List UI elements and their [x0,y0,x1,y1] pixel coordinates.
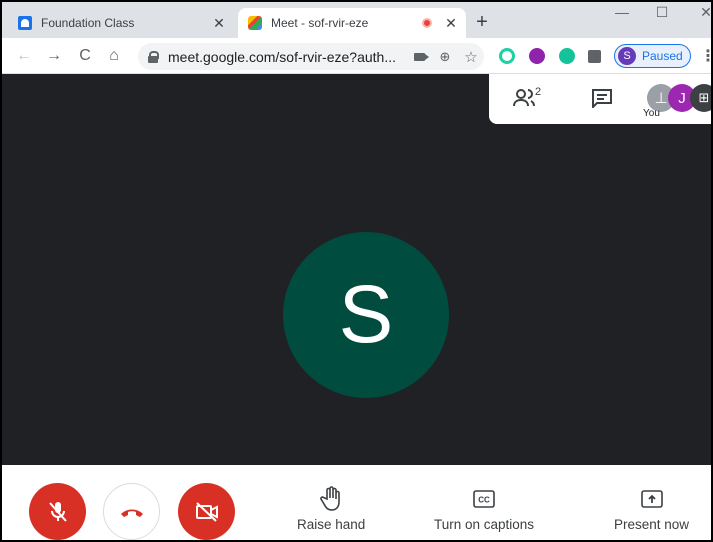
address-bar[interactable]: meet.google.com/sof-rvir-eze?auth... ⊕ ☆ [138,43,484,70]
reload-button[interactable]: C [75,46,95,66]
captions-icon: CC [473,490,495,508]
hand-icon [320,486,340,511]
present-now-button[interactable]: Present now [614,485,689,532]
profile-status: Paused [642,49,683,63]
browser-window: Foundation Class ✕ Meet - sof-rvir-eze ✕… [0,0,713,542]
camera-icon[interactable] [406,47,432,67]
people-icon[interactable] [513,88,537,108]
classroom-icon [18,16,32,30]
back-button[interactable]: ← [14,46,34,66]
browser-toolbar: ← → C ⌂ meet.google.com/sof-rvir-eze?aut… [2,38,711,74]
mic-toggle-button[interactable] [29,483,86,540]
tab-meet[interactable]: Meet - sof-rvir-eze ✕ [238,8,466,38]
more-options-icon[interactable]: ⋮ [700,46,711,66]
url-text: meet.google.com/sof-rvir-eze?auth... [168,48,396,65]
chat-icon[interactable] [591,88,613,108]
home-button[interactable]: ⌂ [104,46,124,66]
phone-hangup-icon [120,509,143,517]
puzzle-icon[interactable] [588,50,601,63]
raise-hand-label: Raise hand [297,517,366,532]
tab-title: Foundation Class [41,16,135,30]
tab-foundation-class[interactable]: Foundation Class ✕ [8,8,238,38]
maximize-button[interactable]: ☐ [652,4,672,21]
leave-call-button[interactable] [103,483,160,540]
video-stage: S [2,74,711,465]
profile-button[interactable]: S Paused [614,44,691,68]
extension-icon-green[interactable] [499,48,515,64]
raise-hand-button[interactable]: Raise hand [297,485,365,532]
grid-layout-icon[interactable]: ⊞ [690,84,711,112]
captions-button[interactable]: CC Turn on captions [434,485,534,532]
extension-icon-purple[interactable] [529,48,545,64]
present-now-label: Present now [614,517,690,532]
camera-toggle-button[interactable] [178,483,235,540]
captions-label: Turn on captions [434,517,535,532]
close-icon[interactable]: ✕ [210,14,228,32]
grammarly-icon[interactable] [559,48,575,64]
people-count: 2 [535,86,542,98]
meet-icon [248,16,262,30]
recording-icon [422,18,432,28]
camera-off-icon [195,501,218,522]
bookmark-star-icon[interactable]: ☆ [458,47,484,67]
participant-avatar: S [283,232,449,398]
self-label: You [643,108,660,119]
avatar: S [618,47,636,65]
close-icon[interactable]: ✕ [442,14,460,32]
forward-button[interactable]: → [44,46,64,66]
lock-icon[interactable] [148,50,159,63]
minimize-button[interactable]: — [612,4,632,20]
zoom-icon[interactable]: ⊕ [432,47,458,67]
new-tab-button[interactable]: + [472,12,492,32]
tab-title: Meet - sof-rvir-eze [271,16,369,30]
present-screen-icon [640,490,663,508]
meeting-controls: Raise hand CC Turn on captions Present n… [2,465,711,540]
mic-off-icon [48,501,67,522]
tab-strip: Foundation Class ✕ Meet - sof-rvir-eze ✕… [2,2,711,38]
close-window-button[interactable]: ✕ [696,4,711,21]
svg-text:CC: CC [478,496,490,505]
